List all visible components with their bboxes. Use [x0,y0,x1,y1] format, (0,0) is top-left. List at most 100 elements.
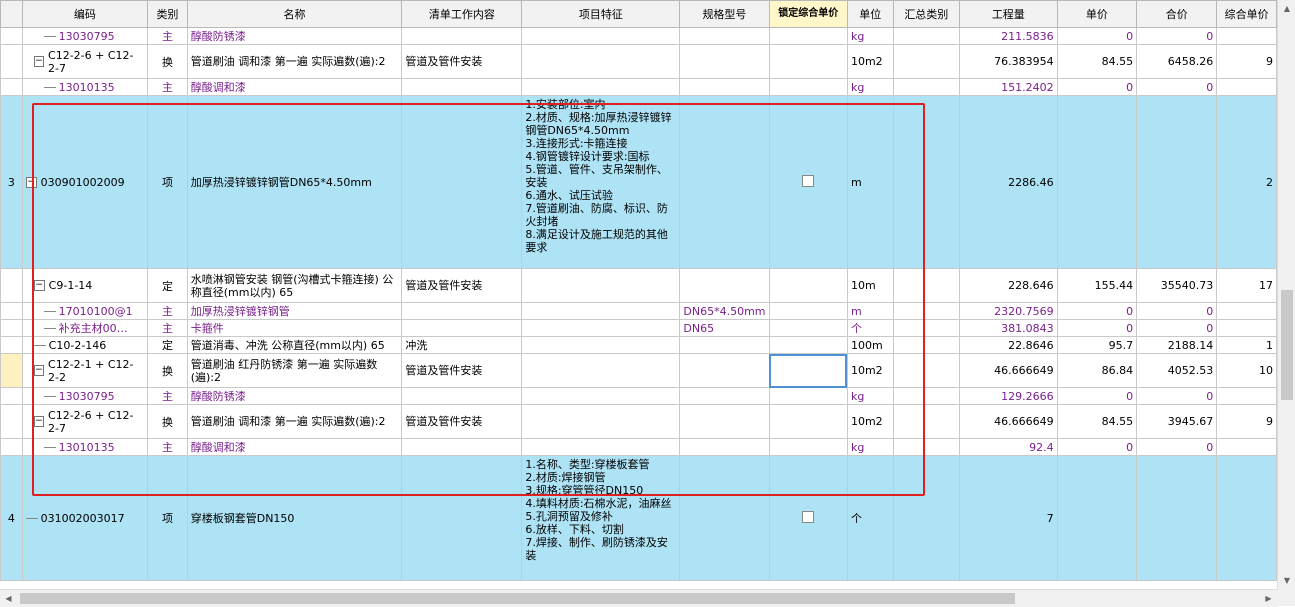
category-cell[interactable]: 主 [147,78,188,96]
total-price-cell[interactable]: 0 [1136,302,1218,320]
row-number-cell[interactable] [0,44,23,79]
quantity-cell[interactable]: 2320.7569 [958,302,1058,320]
composite-price-cell[interactable] [1216,455,1277,581]
code-cell[interactable]: C10-2-146 [21,336,149,354]
category-cell[interactable]: 换 [147,44,188,79]
name-cell[interactable]: 醇酸调和漆 [186,438,403,456]
work-content-cell[interactable]: 管道及管件安装 [401,44,523,79]
work-content-cell[interactable]: 冲洗 [401,336,523,354]
quantity-cell[interactable]: 76.383954 [958,44,1058,79]
row-number-cell[interactable] [0,268,23,303]
unit-cell[interactable]: kg [846,78,894,96]
lock-price-cell[interactable] [768,353,848,388]
unit-price-cell[interactable]: 155.44 [1056,268,1138,303]
row-number-cell[interactable] [0,27,23,45]
header-row-number[interactable] [0,0,23,28]
category-cell[interactable]: 主 [147,319,188,337]
summary-category-cell[interactable] [892,404,960,439]
spec-model-cell[interactable] [679,455,770,581]
code-cell[interactable]: 13030795 [21,27,149,45]
lock-price-cell[interactable] [768,387,848,405]
unit-cell[interactable]: 个 [846,319,894,337]
composite-price-cell[interactable] [1216,27,1277,45]
table-row[interactable]: 17010100@1 主加厚热浸锌镀锌钢管 DN65*4.50mm m 2320.756… [0,302,1277,320]
lock-price-cell[interactable] [768,438,848,456]
work-content-cell[interactable] [401,302,523,320]
lock-price-cell[interactable] [768,27,848,45]
name-cell[interactable]: 加厚热浸锌镀锌钢管DN65*4.50mm [186,95,403,269]
features-cell[interactable] [521,387,681,405]
work-content-cell[interactable] [401,27,523,45]
table-row[interactable]: − C12-2-1 + C12-2-2 换管道刷油 红丹防锈漆 第一遍 实际遍数(遍… [0,353,1277,388]
row-number-cell[interactable] [0,404,23,439]
unit-price-cell[interactable]: 86.84 [1056,353,1138,388]
work-content-cell[interactable]: 管道及管件安装 [401,353,523,388]
summary-category-cell[interactable] [892,336,960,354]
total-price-cell[interactable] [1136,95,1218,269]
row-number-cell[interactable]: 3 [0,95,23,269]
summary-category-cell[interactable] [892,319,960,337]
name-cell[interactable]: 穿楼板钢套管DN150 [186,455,403,581]
spec-model-cell[interactable] [679,353,770,388]
work-content-cell[interactable] [401,319,523,337]
table-row[interactable]: 13010135 主醇酸调和漆 kg 92.4 0 0 [0,438,1277,456]
row-number-cell[interactable] [0,302,23,320]
quantity-cell[interactable]: 211.5836 [958,27,1058,45]
lock-price-checkbox[interactable] [802,510,815,523]
bill-grid[interactable]: 编码 类别 名称 清单工作内容 项目特征 规格型号 锁定综合单价 单位 汇总类别 工程量 单价 合价综… [0,0,1277,589]
summary-category-cell[interactable] [892,78,960,96]
code-cell[interactable]: 031002003017 [21,455,149,581]
code-cell[interactable]: 13030795 [21,387,149,405]
category-cell[interactable]: 换 [147,353,188,388]
features-cell[interactable] [521,78,681,96]
quantity-cell[interactable]: 129.2666 [958,387,1058,405]
name-cell[interactable]: 管道消毒、冲洗 公称直径(mm以内) 65 [186,336,403,354]
total-price-cell[interactable]: 0 [1136,78,1218,96]
composite-price-cell[interactable] [1216,78,1277,96]
code-cell[interactable]: 13010135 [21,78,149,96]
unit-price-cell[interactable]: 95.7 [1056,336,1138,354]
collapse-icon[interactable]: − [33,416,45,427]
table-row[interactable]: 补充主材00… 主卡箍件 DN65 个 381.0843 0 0 [0,319,1277,337]
composite-price-cell[interactable]: 17 [1216,268,1277,303]
name-cell[interactable]: 水喷淋钢管安装 钢管(沟槽式卡箍连接) 公称直径(mm以内) 65 [186,268,403,303]
spec-model-cell[interactable] [679,336,770,354]
work-content-cell[interactable] [401,95,523,269]
name-cell[interactable]: 醇酸防锈漆 [186,27,403,45]
category-cell[interactable]: 换 [147,404,188,439]
unit-cell[interactable]: 个 [846,455,894,581]
row-number-cell[interactable] [0,78,23,96]
unit-cell[interactable]: 10m [846,268,894,303]
work-content-cell[interactable]: 管道及管件安装 [401,404,523,439]
collapse-icon[interactable]: − [33,56,45,67]
total-price-cell[interactable]: 3945.67 [1136,404,1218,439]
spec-model-cell[interactable] [679,268,770,303]
quantity-cell[interactable]: 228.646 [958,268,1058,303]
features-cell[interactable] [521,353,681,388]
quantity-cell[interactable]: 381.0843 [958,319,1058,337]
vertical-scrollbar[interactable]: ▲ ▼ [1277,0,1295,589]
features-cell[interactable]: 1.安装部位:室内 2.材质、规格:加厚热浸锌镀锌钢管DN65*4.50mm 3.连… [521,95,681,269]
lock-price-cell[interactable] [768,455,848,581]
unit-cell[interactable]: 10m2 [846,353,894,388]
header-lock-price[interactable]: 锁定综合单价 [768,0,848,28]
features-cell[interactable] [521,27,681,45]
name-cell[interactable]: 醇酸调和漆 [186,78,403,96]
category-cell[interactable]: 主 [147,27,188,45]
scroll-up-arrow-icon[interactable]: ▲ [1278,0,1295,17]
summary-category-cell[interactable] [892,438,960,456]
unit-price-cell[interactable]: 0 [1056,387,1138,405]
header-quantity[interactable]: 工程量 [958,0,1058,28]
header-category[interactable]: 类别 [147,0,188,28]
summary-category-cell[interactable] [892,455,960,581]
code-cell[interactable]: − C12-2-6 + C12-2-7 [21,44,149,79]
header-unit[interactable]: 单位 [846,0,894,28]
unit-cell[interactable]: kg [846,387,894,405]
unit-cell[interactable]: 10m2 [846,404,894,439]
unit-price-cell[interactable]: 0 [1056,78,1138,96]
features-cell[interactable] [521,336,681,354]
header-summary-category[interactable]: 汇总类别 [892,0,960,28]
header-total-price[interactable]: 合价 [1136,0,1218,28]
work-content-cell[interactable] [401,387,523,405]
features-cell[interactable]: 1.名称、类型:穿楼板套管 2.材质:焊接钢管 3.规格:穿管管径DN150 4.填料… [521,455,681,581]
